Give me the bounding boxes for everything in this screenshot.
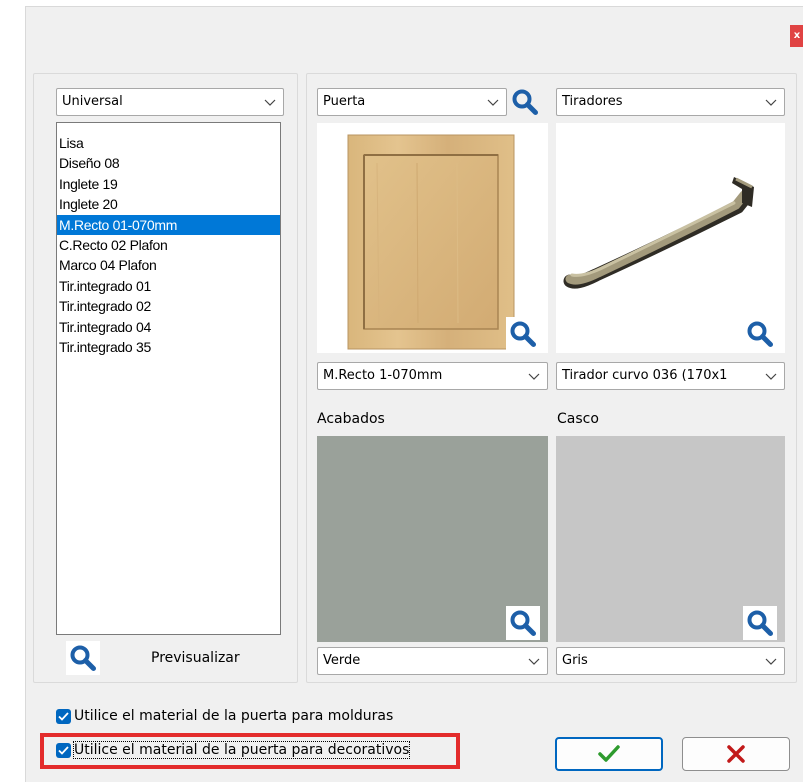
handle-model-value: Tirador curvo 036 (170x1 [562,368,728,383]
finish-combo[interactable]: Verde [317,647,548,675]
decoratives-checkbox[interactable] [56,742,71,758]
handle-type-combo[interactable]: Tiradores [556,88,785,116]
finishes-label: Acabados [317,411,385,427]
preview-label: Previsualizar [151,650,240,666]
list-item[interactable]: Tir.integrado 35 [57,337,280,357]
door-zoom-icon[interactable] [506,317,540,351]
list-item[interactable]: C.Recto 02 Plafon [57,235,280,255]
carcass-label: Casco [557,411,599,427]
decoratives-label: Utilice el material de la puerta para de… [72,741,411,759]
cancel-button[interactable] [682,737,790,771]
carcass-color-swatch[interactable] [556,436,785,642]
x-icon [727,745,745,763]
handle-zoom-icon[interactable] [743,317,777,351]
list-item[interactable]: Tir.integrado 01 [57,276,280,296]
door-preview [317,123,548,353]
title-bar: x [26,7,803,57]
carcass-combo[interactable]: Gris [556,647,785,675]
door-type-combo[interactable]: Puerta [317,88,507,116]
carcass-value: Gris [562,653,588,668]
list-item[interactable]: Marco 04 Plafon [57,255,280,275]
list-item[interactable]: M.Recto 01-070mm [57,214,280,235]
handle-preview [556,123,785,353]
handle-model-combo[interactable]: Tirador curvo 036 (170x1 [556,362,785,390]
chevron-down-icon [527,364,541,388]
list-item[interactable]: Lisa [57,133,280,153]
mouldings-label: Utilice el material de la puerta para mo… [74,708,394,724]
category-combo[interactable]: Universal [56,88,284,116]
finish-value: Verde [323,653,361,668]
carcass-zoom-icon[interactable] [743,606,777,640]
decoratives-option[interactable]: Utilice el material de la puerta para de… [56,740,411,760]
chevron-down-icon [486,90,500,114]
chevron-down-icon [527,649,541,673]
close-button[interactable]: x [790,25,803,47]
ok-button[interactable] [555,737,663,771]
mouldings-checkbox[interactable] [56,708,71,724]
category-combo-value: Universal [62,94,123,109]
chevron-down-icon [263,90,277,114]
list-item[interactable]: Tir.integrado 02 [57,296,280,316]
checkmark-icon [598,745,620,762]
model-list[interactable]: Lisa Diseño 08 Inglete 19 Inglete 20 M.Recto… [56,122,281,635]
preview-search-icon[interactable] [66,641,100,675]
mouldings-option[interactable]: Utilice el material de la puerta para mo… [56,706,393,726]
chevron-down-icon [764,649,778,673]
door-search-icon[interactable] [508,85,542,119]
chevron-down-icon [764,90,778,114]
finish-zoom-icon[interactable] [506,606,540,640]
list-item[interactable]: Inglete 19 [57,174,280,194]
door-model-combo[interactable]: M.Recto 1-070mm [317,362,548,390]
list-item[interactable]: Inglete 20 [57,194,280,214]
model-list-items: Lisa Diseño 08 Inglete 19 Inglete 20 M.Recto… [57,133,280,357]
dialog-window: x Universal Lisa Diseño 08 Inglete 19 Ingle… [25,6,803,782]
door-model-value: M.Recto 1-070mm [323,368,443,383]
chevron-down-icon [764,364,778,388]
finish-color-swatch[interactable] [317,436,548,642]
list-item[interactable]: Diseño 08 [57,153,280,173]
handle-type-value: Tiradores [562,94,623,109]
list-item[interactable]: Tir.integrado 04 [57,317,280,337]
door-type-value: Puerta [323,94,366,109]
